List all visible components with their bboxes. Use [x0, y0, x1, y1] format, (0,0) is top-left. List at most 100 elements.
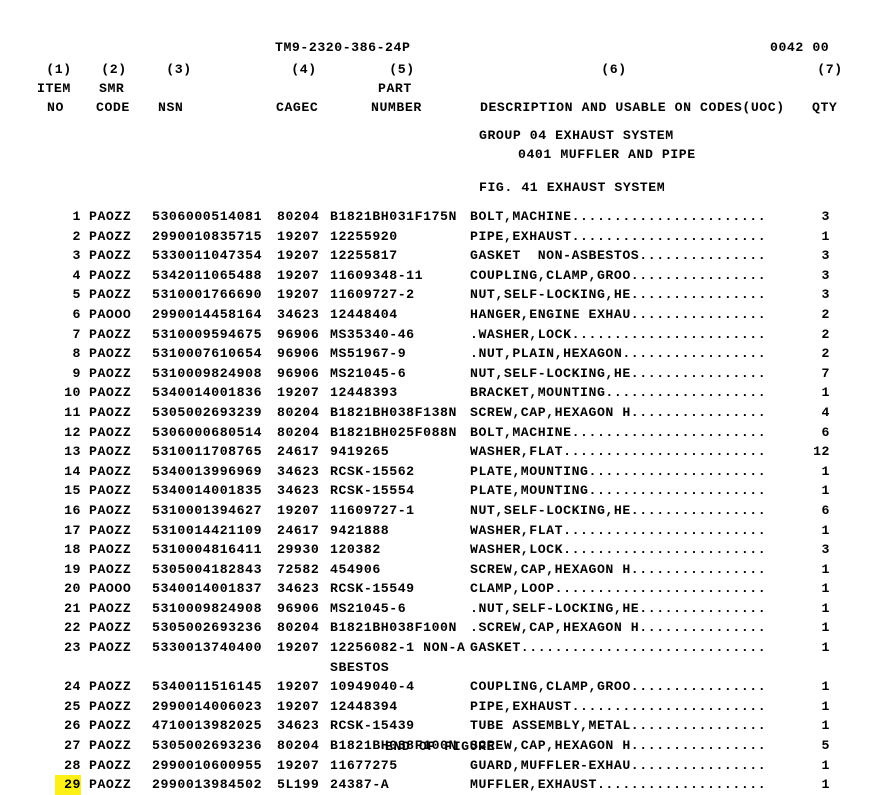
cell-nsn: 5305002693239	[152, 404, 263, 420]
cell-part-number: MS21045-6	[330, 600, 407, 616]
cell-cagec: 24617	[277, 522, 320, 538]
cell-item-no: 18	[64, 542, 81, 558]
cell-description: CLAMP,LOOP.........................	[470, 581, 767, 597]
cell-description: PIPE,EXHAUST.......................	[470, 698, 767, 714]
cell-qty: 1	[821, 483, 830, 499]
cell-nsn: 5310011708765	[152, 444, 263, 460]
cell-smr-code: PAOZZ	[89, 502, 132, 518]
table-row: 6 PAOOO 2990014458164 34623 12448404 HANGER,E…	[0, 305, 880, 325]
cell-cagec: 34623	[277, 718, 320, 734]
cell-description: PLATE,MOUNTING.....................	[470, 463, 767, 479]
cell-smr-code: PAOZZ	[89, 267, 132, 283]
cell-nsn: 5340014001837	[152, 581, 263, 597]
table-row: 5 PAOZZ 5310001766690 19207 11609727-2 NUT,SE…	[0, 285, 880, 305]
cell-description: TUBE ASSEMBLY,METAL................	[470, 718, 767, 734]
cell-qty: 3	[821, 209, 830, 224]
cell-smr-code: PAOZZ	[89, 620, 132, 636]
cell-cagec: 34623	[277, 581, 320, 597]
cell-cagec: 5L199	[277, 777, 320, 793]
cell-part-number: 120382	[330, 542, 381, 558]
cell-part-number: B1821BH031F175N	[330, 209, 457, 224]
cell-part-number: 24387-A	[330, 777, 390, 793]
table-row: 24 PAOZZ 5340011516145 19207 10949040-4 COUPL…	[0, 677, 880, 697]
table-row: 10 PAOZZ 5340014001836 19207 12448393 BRACKET…	[0, 383, 880, 403]
cell-part-number: 11609727-1	[330, 502, 415, 518]
cell-description: .WASHER,LOCK.......................	[470, 326, 767, 342]
cell-item-no: 5	[72, 287, 81, 303]
cell-part-number: 11677275	[330, 757, 398, 773]
cell-nsn: 2990010600955	[152, 757, 263, 773]
cell-part-number: 454906	[330, 561, 381, 577]
cell-description: SCREW,CAP,HEXAGON H................	[470, 561, 767, 577]
table-row: 18 PAOZZ 5310004816411 29930 120382 WASHER,LO…	[0, 540, 880, 560]
cell-cagec: 96906	[277, 326, 320, 342]
table-row: 4 PAOZZ 5342011065488 19207 11609348-11 COUPL…	[0, 266, 880, 286]
cell-nsn: 5330011047354	[152, 248, 263, 264]
cell-item-no: 12	[64, 424, 81, 440]
cell-description: .NUT,PLAIN,HEXAGON.................	[470, 346, 767, 362]
cell-item-no: 8	[72, 346, 81, 362]
cell-description: GASKET.............................	[470, 640, 767, 656]
cell-cagec: 19207	[277, 502, 320, 518]
cell-qty: 7	[821, 365, 830, 381]
column-header-line-1: ITEM SMR PART	[0, 79, 880, 99]
cell-nsn: 4710013982025	[152, 718, 263, 734]
cell-smr-code: PAOZZ	[89, 228, 132, 244]
page-number: 0042 00	[770, 40, 830, 55]
cell-item-no: 14	[64, 463, 81, 479]
cell-part-number: 9419265	[330, 444, 390, 460]
cell-item-no: 23	[64, 640, 81, 656]
header-item: ITEM	[37, 81, 71, 96]
cell-part-number: 11609727-2	[330, 287, 415, 303]
cell-qty: 6	[821, 424, 830, 440]
cell-cagec: 96906	[277, 365, 320, 381]
cell-nsn: 5310004816411	[152, 542, 263, 558]
cell-item-no: 13	[64, 444, 81, 460]
cell-part-number: 9421888	[330, 522, 390, 538]
cell-cagec: 34623	[277, 483, 320, 499]
table-row: 26 PAOZZ 4710013982025 34623 RCSK-15439 TUBE …	[0, 716, 880, 736]
cell-cagec: 80204	[277, 404, 320, 420]
cell-item-no: 19	[64, 561, 81, 577]
table-row: 7 PAOZZ 5310009594675 96906 MS35340-46 .WASHE…	[0, 325, 880, 345]
cell-nsn: 5310007610654	[152, 346, 263, 362]
cell-nsn: 5340014001836	[152, 385, 263, 401]
cell-smr-code: PAOZZ	[89, 248, 132, 264]
table-row: 8 PAOZZ 5310007610654 96906 MS51967-9 .NUT,PL…	[0, 344, 880, 364]
cell-item-no: 3	[72, 248, 81, 264]
cell-cagec: 96906	[277, 600, 320, 616]
cell-smr-code: PAOZZ	[89, 404, 132, 420]
cell-smr-code: PAOZZ	[89, 757, 132, 773]
column-number-6: (6)	[601, 62, 627, 77]
repair-parts-list-page: TM9-2320-386-24P 0042 00 (1) (2) (3) (4)…	[0, 0, 880, 795]
cell-smr-code: PAOZZ	[89, 444, 132, 460]
cell-part-number: RCSK-15562	[330, 463, 415, 479]
header-nsn: NSN	[158, 100, 184, 115]
cell-item-no: 15	[64, 483, 81, 499]
table-row: 25 PAOZZ 2990014006023 19207 12448394 PIPE,EX…	[0, 697, 880, 717]
cell-part-number: RCSK-15549	[330, 581, 415, 597]
cell-nsn: 5310009594675	[152, 326, 263, 342]
cell-qty: 1	[821, 561, 830, 577]
cell-part-number: RCSK-15554	[330, 483, 415, 499]
cell-qty: 1	[821, 600, 830, 616]
cell-cagec: 96906	[277, 346, 320, 362]
table-row: 22 PAOZZ 5305002693236 80204 B1821BH038F100N…	[0, 618, 880, 638]
table-row: 11 PAOZZ 5305002693239 80204 B1821BH038F138N…	[0, 403, 880, 423]
column-number-5: (5)	[389, 62, 415, 77]
cell-description: BOLT,MACHINE.......................	[470, 424, 767, 440]
cell-smr-code: PAOZZ	[89, 385, 132, 401]
cell-cagec: 19207	[277, 228, 320, 244]
cell-description: COUPLING,CLAMP,GROO................	[470, 267, 767, 283]
cell-qty: 1	[821, 777, 830, 793]
cell-item-no: 2	[72, 228, 81, 244]
cell-nsn: 5310001766690	[152, 287, 263, 303]
header-smr: SMR	[99, 81, 125, 96]
cell-nsn: 2990014458164	[152, 306, 263, 322]
group-title: GROUP 04 EXHAUST SYSTEM	[479, 128, 674, 143]
table-row: 3 PAOZZ 5330011047354 19207 12255817 GASKET N…	[0, 246, 880, 266]
cell-qty: 1	[821, 581, 830, 597]
header-number: NUMBER	[371, 100, 422, 115]
column-number-row: (1) (2) (3) (4) (5) (6) (7)	[0, 60, 880, 80]
cell-cagec: 19207	[277, 679, 320, 695]
